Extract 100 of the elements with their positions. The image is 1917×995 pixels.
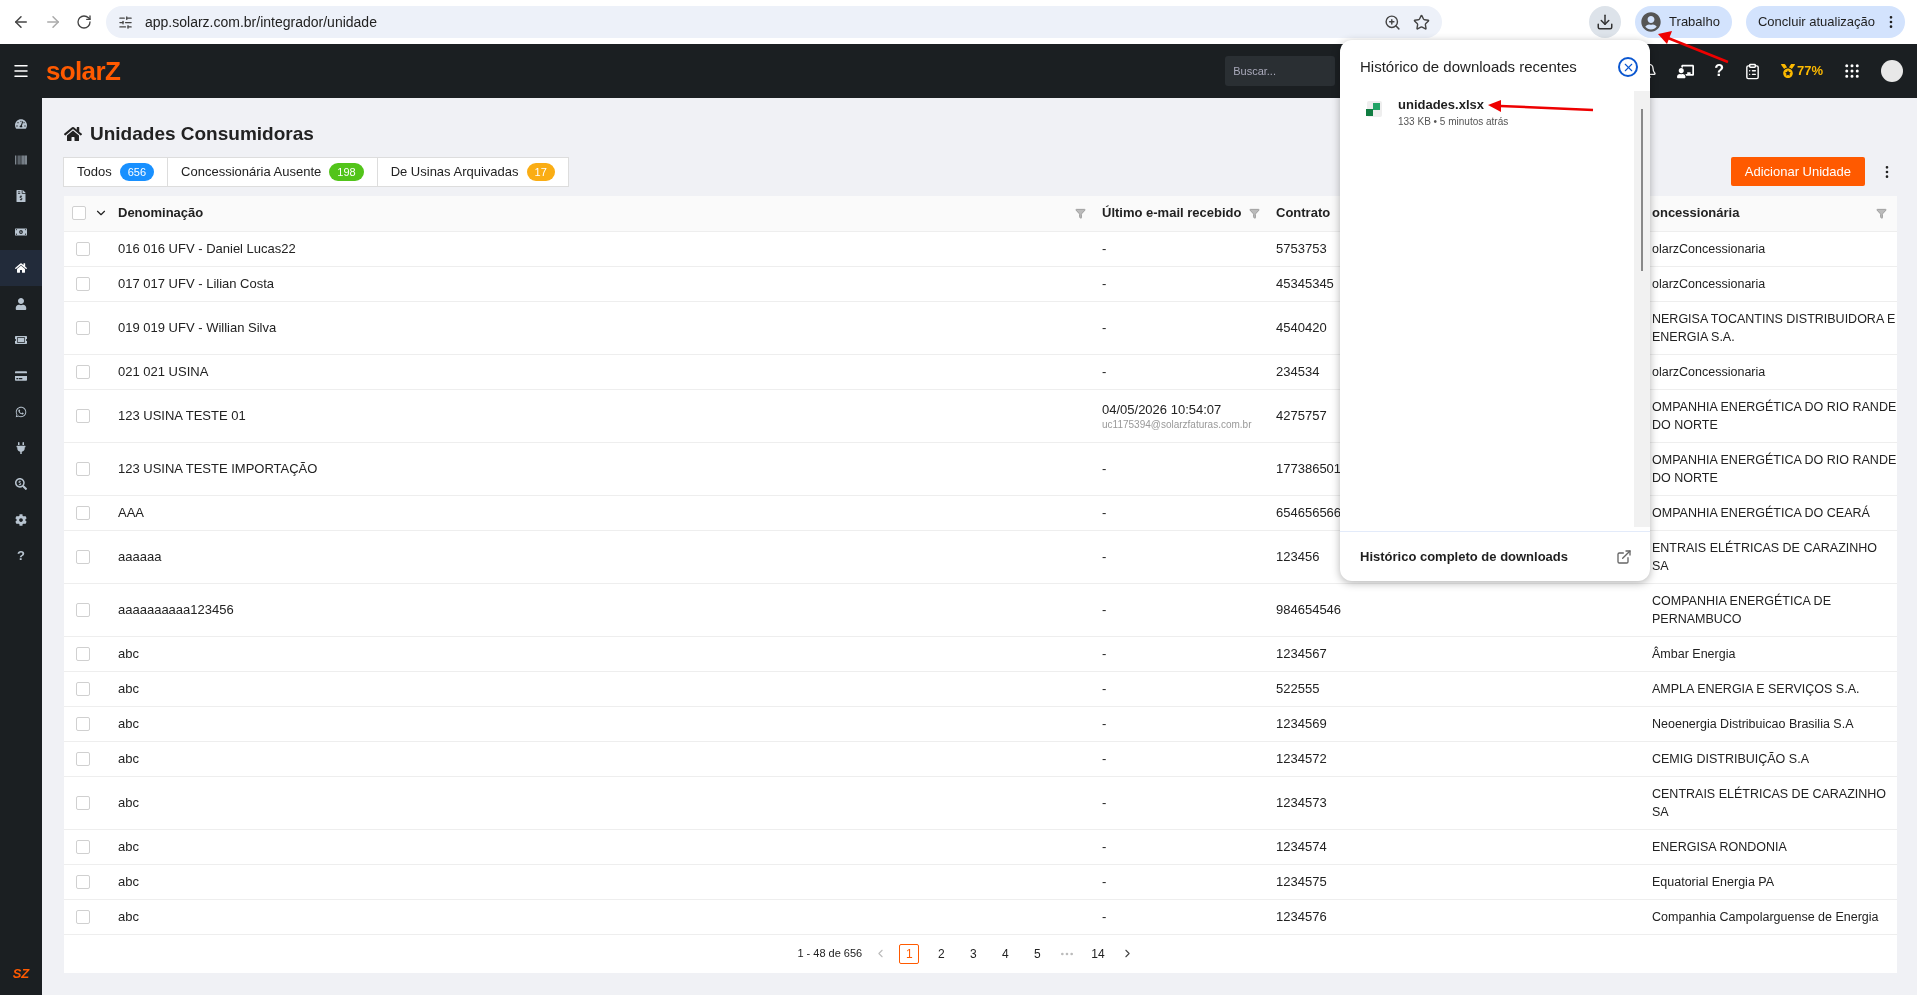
- row-checkbox[interactable]: [76, 795, 90, 810]
- row-checkbox[interactable]: [72, 206, 86, 220]
- table-cell-text: -: [1102, 679, 1108, 698]
- spreadsheet-file-icon: [1364, 98, 1384, 119]
- table-cell: CEMIG DISTRIBUIÇÃO S.A: [1652, 751, 1809, 766]
- row-checkbox[interactable]: [76, 681, 90, 696]
- address-bar[interactable]: app.solarz.com.br/integrador/unidade: [106, 6, 1442, 38]
- table-cell: 984654546: [1276, 601, 1342, 617]
- score-badge[interactable]: 77%: [1780, 61, 1823, 81]
- table-cell: 4275757: [1276, 407, 1327, 423]
- person-avatar-icon: [1641, 12, 1662, 32]
- notes-icon[interactable]: [1743, 62, 1761, 80]
- table-cell-text: -: [1102, 644, 1108, 663]
- reload-icon[interactable]: [76, 14, 92, 30]
- home-icon: [64, 125, 82, 144]
- row-checkbox[interactable]: [76, 408, 90, 423]
- barcode-icon: [15, 154, 27, 166]
- download-button[interactable]: [1589, 6, 1622, 38]
- row-checkbox[interactable]: [76, 241, 90, 256]
- help-item[interactable]: ?: [0, 538, 42, 574]
- filter-icon[interactable]: [1075, 207, 1086, 219]
- count-badge: 656: [119, 162, 155, 181]
- row-checkbox[interactable]: [76, 839, 90, 854]
- table-cell: abc: [118, 908, 139, 924]
- download-icon: [1596, 13, 1615, 31]
- bookmark-icon[interactable]: [1413, 13, 1430, 31]
- row-checkbox[interactable]: [76, 751, 90, 766]
- filter-tab[interactable]: De Usinas Arquivadas 17: [376, 156, 569, 187]
- table-cell: 4540420: [1276, 319, 1327, 335]
- page-range: 1 - 48 de 656: [797, 946, 863, 962]
- update-button[interactable]: Concluir atualização: [1745, 6, 1905, 38]
- sidebar-item[interactable]: [0, 250, 42, 286]
- page-link[interactable]: 2: [931, 943, 952, 964]
- ticket-icon: [15, 334, 27, 346]
- full-history-link[interactable]: Histórico completo de downloads: [1360, 546, 1569, 567]
- row-checkbox[interactable]: [76, 276, 90, 291]
- table-cell: olarzConcessionaria: [1652, 241, 1766, 256]
- table-cell: Neoenergia Distribuicao Brasilia S.A: [1652, 716, 1854, 731]
- search-field[interactable]: Buscar...: [1225, 56, 1336, 86]
- table-cell: 654656566: [1276, 504, 1342, 520]
- banknote-icon: [15, 226, 27, 238]
- page-link[interactable]: 3: [963, 943, 984, 964]
- filter-icon[interactable]: [1876, 207, 1887, 219]
- table-cell: AMPLA ENERGIA E SERVIÇOS S.A.: [1652, 681, 1860, 696]
- avatar[interactable]: [1881, 60, 1903, 82]
- table-cell: 016 016 UFV - Daniel Lucas22: [118, 240, 296, 256]
- invoice-icon: [15, 190, 27, 202]
- row-checkbox[interactable]: [76, 364, 90, 379]
- profile-button[interactable]: Trabalho: [1635, 6, 1732, 38]
- table-cell: OMPANHIA ENERGÉTICA DO RIO RANDE DO NORTE: [1652, 399, 1897, 432]
- filter-tab[interactable]: Concessionária Ausente 198: [167, 156, 378, 187]
- help-link[interactable]: ?: [1714, 59, 1724, 83]
- download-item[interactable]: unidades.xlsx 133 KB • 5 minutos atrás: [1340, 90, 1634, 133]
- external-link-icon[interactable]: [1616, 548, 1632, 565]
- table-cell: 123 USINA TESTE 01: [118, 407, 246, 423]
- filter-icon[interactable]: [1249, 207, 1260, 219]
- table-cell: abc: [118, 645, 139, 661]
- row-checkbox[interactable]: [76, 320, 90, 335]
- table-cell: 017 017 UFV - Lilian Costa: [118, 275, 275, 291]
- menu-icon[interactable]: [12, 62, 30, 80]
- search-icon: [15, 478, 27, 490]
- page-link[interactable]: 5: [1027, 943, 1048, 964]
- row-checkbox[interactable]: [76, 505, 90, 520]
- site-info-icon[interactable]: [118, 14, 133, 30]
- table-cell-text: -: [1102, 239, 1108, 258]
- page-link[interactable]: 4: [995, 943, 1016, 964]
- close-button[interactable]: [1618, 57, 1638, 78]
- row-checkbox[interactable]: [76, 874, 90, 889]
- table-cell: ENTRAIS ELÉTRICAS DE CARAZINHO SA: [1652, 540, 1878, 573]
- back-icon[interactable]: [12, 13, 30, 31]
- table-cell: CENTRAIS ELÉTRICAS DE CARAZINHO SA: [1652, 786, 1887, 819]
- row-checkbox[interactable]: [76, 549, 90, 564]
- table-cell: abc: [118, 750, 139, 766]
- table-cell: NERGISA TOCANTINS DISTRIBUIDORA E ENERGIA S.A.: [1652, 311, 1896, 344]
- apps-grid-icon[interactable]: [1843, 62, 1861, 80]
- table-cell-text: -: [1102, 503, 1108, 522]
- table-cell: 1234575: [1276, 873, 1327, 889]
- page-link[interactable]: 14: [1087, 943, 1109, 964]
- table-cell: abc: [118, 680, 139, 696]
- scrollbar[interactable]: [1634, 90, 1650, 527]
- table-cell: 021 021 USINA: [118, 363, 209, 379]
- column-header[interactable]: Denominação: [118, 203, 204, 223]
- zoom-icon[interactable]: [1384, 13, 1401, 31]
- teacher-icon[interactable]: [1677, 62, 1695, 80]
- table-cell-text: -: [1102, 318, 1108, 337]
- table-cell: 1234567: [1276, 645, 1327, 661]
- logo: solarZ: [46, 54, 121, 88]
- row-checkbox[interactable]: [76, 602, 90, 617]
- row-checkbox[interactable]: [76, 716, 90, 731]
- filter-tab[interactable]: Todos 656: [63, 156, 169, 187]
- column-header[interactable]: oncessionária: [1652, 203, 1740, 223]
- table-cell-text: -: [1102, 872, 1108, 891]
- medal-icon: [1780, 64, 1795, 78]
- table-cell: olarzConcessionaria: [1652, 364, 1766, 379]
- gauge-icon: [15, 118, 27, 130]
- column-header[interactable]: Contrato: [1276, 205, 1331, 221]
- row-checkbox[interactable]: [76, 461, 90, 476]
- column-header[interactable]: Último e-mail recebido: [1102, 203, 1242, 223]
- row-checkbox[interactable]: [76, 646, 90, 661]
- row-checkbox[interactable]: [76, 909, 90, 924]
